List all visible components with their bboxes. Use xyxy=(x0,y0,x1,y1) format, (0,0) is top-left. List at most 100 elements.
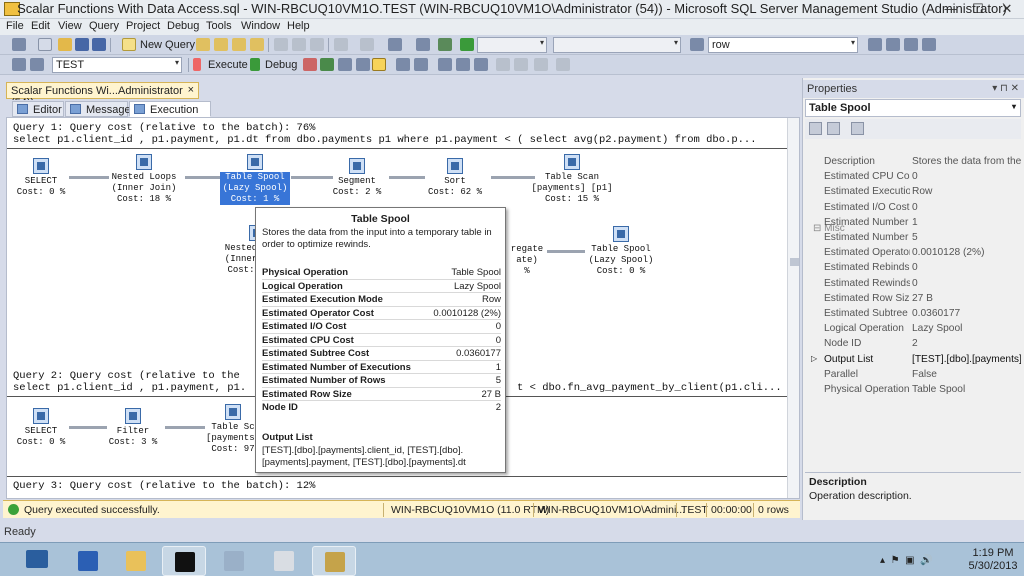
object-explorer-details-icon[interactable] xyxy=(886,38,900,51)
plan-node-stream-aggregate[interactable]: regate ate)% xyxy=(509,244,545,277)
results-to-text-icon[interactable] xyxy=(396,58,410,71)
tab-editor[interactable]: Editor xyxy=(12,101,64,117)
increase-indent-icon[interactable] xyxy=(514,58,528,71)
property-row[interactable]: Estimated CPU Cost 0 xyxy=(805,170,1021,185)
properties-object-combo[interactable]: Table Spool ▾ xyxy=(805,99,1021,117)
results-to-grid-icon[interactable] xyxy=(414,58,428,71)
close-tab-icon[interactable]: × xyxy=(188,84,194,96)
property-row[interactable]: Estimated Execution ModeRow xyxy=(805,185,1021,200)
panel-pin-icon[interactable]: ▾ ⊓ ✕ xyxy=(992,83,1019,94)
property-row-output-list[interactable]: ▷Output List[TEST].[dbo].[payments].clie… xyxy=(805,353,1021,368)
property-row[interactable]: Physical Operation Table Spool xyxy=(805,383,1021,398)
new-query-icon[interactable] xyxy=(122,38,136,51)
system-tray[interactable]: ▴ ⚑ ▣ 🔊 xyxy=(880,555,960,567)
categorized-icon[interactable] xyxy=(809,122,822,135)
menu-help[interactable]: Help xyxy=(287,20,310,32)
network-taskbar-button[interactable] xyxy=(212,546,256,576)
debug-icon[interactable] xyxy=(250,58,260,71)
property-pages-icon[interactable] xyxy=(851,122,864,135)
property-row[interactable]: Estimated Row Size 27 B xyxy=(805,292,1021,307)
plan-node-filter[interactable]: Filter Cost: 3 % xyxy=(103,408,163,448)
execute-button[interactable]: Execute xyxy=(208,59,248,71)
minimize-button[interactable]: — xyxy=(938,0,964,18)
redo-icon[interactable] xyxy=(360,38,374,51)
cut-icon[interactable] xyxy=(274,38,288,51)
property-row[interactable]: Estimated Operator Cost0.0010128 (2%) xyxy=(805,246,1021,261)
powershell-taskbar-button[interactable] xyxy=(66,546,110,576)
server-manager-icon[interactable] xyxy=(24,548,50,572)
document-tab[interactable]: Scalar Functions Wi...Administrator (54)… xyxy=(6,82,199,109)
menu-window[interactable]: Window xyxy=(241,20,280,32)
property-row[interactable]: Parallel False xyxy=(805,368,1021,383)
plan-node-table-scan[interactable]: Table Scan [payments] [p1] Cost: 15 % xyxy=(527,154,617,205)
platform-combo[interactable]: ▾ xyxy=(553,37,681,53)
include-actual-plan-icon[interactable] xyxy=(372,58,386,71)
property-row[interactable]: Node ID 2 xyxy=(805,337,1021,352)
menu-tools[interactable]: Tools xyxy=(206,20,232,32)
save-all-icon[interactable] xyxy=(92,38,106,51)
tab-messages[interactable]: Messages xyxy=(65,101,136,117)
plan-node-segment[interactable]: Segment Cost: 2 % xyxy=(327,158,387,198)
property-row[interactable]: Estimated I/O Cost 0 xyxy=(805,201,1021,216)
property-row[interactable]: Estimated Subtree Cost0.0360177 xyxy=(805,307,1021,322)
start-debug-icon[interactable] xyxy=(460,38,474,51)
plan-scrollbar[interactable] xyxy=(787,118,799,498)
maximize-button[interactable]: ☐ xyxy=(965,0,991,18)
plan-node-table-spool-2[interactable]: Table Spool (Lazy Spool) Cost: 0 % xyxy=(579,226,663,277)
plan-node-table-scan-q2[interactable]: Table Sc [payments] Cost: 97 xyxy=(203,404,263,455)
property-row[interactable]: Estimated Number of Rows5 xyxy=(805,231,1021,246)
find-combo[interactable]: row ▾ xyxy=(708,37,858,53)
plan-node-table-spool-selected[interactable]: Table Spool (Lazy Spool) Cost: 1 % xyxy=(220,154,290,205)
parse-icon[interactable] xyxy=(320,58,334,71)
explorer-taskbar-button[interactable] xyxy=(114,546,158,576)
dmx-query-icon[interactable] xyxy=(250,38,264,51)
decrease-indent-icon[interactable] xyxy=(496,58,510,71)
connect-icon[interactable] xyxy=(12,58,26,71)
plan-node-sort[interactable]: Sort Cost: 62 % xyxy=(425,158,485,198)
plan-node-select-q2[interactable]: SELECT Cost: 0 % xyxy=(11,408,71,448)
query-designer-icon[interactable] xyxy=(356,58,370,71)
taskbar-clock[interactable]: 1:19 PM 5/30/2013 xyxy=(965,547,1021,573)
tab-execution-plan[interactable]: Execution plan xyxy=(129,101,211,128)
toolbar-options-icon[interactable] xyxy=(556,58,570,71)
specify-values-icon[interactable] xyxy=(534,58,548,71)
close-button[interactable]: ✕ xyxy=(992,0,1022,18)
find-icon[interactable] xyxy=(416,38,430,51)
analysis-query-icon[interactable] xyxy=(214,38,228,51)
debug-button[interactable]: Debug xyxy=(265,59,297,71)
solution-config-combo[interactable]: ▾ xyxy=(477,37,547,53)
navigate-icon[interactable] xyxy=(388,38,402,51)
registered-servers-icon[interactable] xyxy=(868,38,882,51)
object-explorer-icon[interactable] xyxy=(438,38,452,51)
mdx-query-icon[interactable] xyxy=(232,38,246,51)
menu-view[interactable]: View xyxy=(58,20,82,32)
database-combo[interactable]: TEST ▾ xyxy=(52,57,182,73)
scrollbar-thumb[interactable] xyxy=(790,258,799,266)
display-estimated-plan-icon[interactable] xyxy=(338,58,352,71)
menu-file[interactable]: File xyxy=(6,20,24,32)
new-query-button[interactable]: New Query xyxy=(140,39,195,51)
property-row[interactable]: Logical Operation Lazy Spool xyxy=(805,322,1021,337)
property-row[interactable]: Estimated Rewinds 0 xyxy=(805,277,1021,292)
open-file-icon[interactable] xyxy=(58,38,72,51)
menu-project[interactable]: Project xyxy=(126,20,160,32)
menu-query[interactable]: Query xyxy=(89,20,119,32)
property-row[interactable]: Estimated Rebinds 0 xyxy=(805,261,1021,276)
plan-node-select[interactable]: SELECT Cost: 0 % xyxy=(11,158,71,198)
properties-window-icon[interactable] xyxy=(904,38,918,51)
alphabetical-icon[interactable] xyxy=(827,122,840,135)
toolbox-icon[interactable] xyxy=(922,38,936,51)
new-project-icon[interactable] xyxy=(12,38,26,51)
add-item-icon[interactable] xyxy=(38,38,52,51)
property-row[interactable]: DescriptionStores the data from the inpu… xyxy=(805,155,1021,170)
menu-edit[interactable]: Edit xyxy=(31,20,50,32)
results-to-file-icon[interactable] xyxy=(438,58,452,71)
undo-icon[interactable] xyxy=(334,38,348,51)
execute-icon[interactable] xyxy=(193,58,201,71)
menu-debug[interactable]: Debug xyxy=(167,20,199,32)
expand-icon[interactable]: ▷ xyxy=(811,354,817,363)
comment-icon[interactable] xyxy=(456,58,470,71)
save-icon[interactable] xyxy=(75,38,89,51)
property-row[interactable]: Estimated Number of Executions1 xyxy=(805,216,1021,231)
paste-icon[interactable] xyxy=(310,38,324,51)
